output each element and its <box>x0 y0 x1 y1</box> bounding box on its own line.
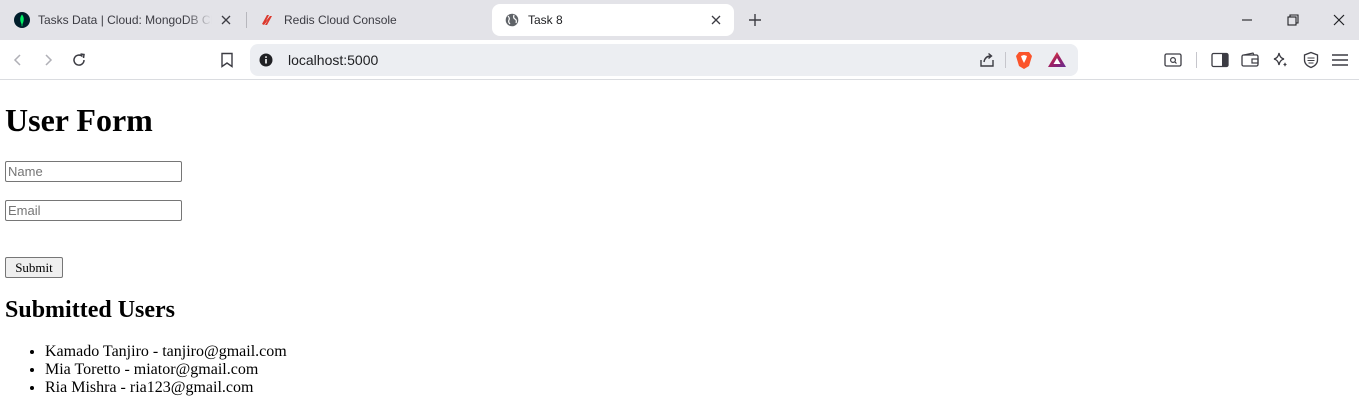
forward-button[interactable] <box>38 50 58 70</box>
tab-title: Tasks Data | Cloud: MongoDB Cloud <box>38 13 212 27</box>
reload-icon <box>73 53 85 66</box>
url-text[interactable]: localhost:5000 <box>288 44 378 76</box>
minimize-icon <box>1242 19 1252 21</box>
submit-button[interactable]: Submit <box>5 257 63 278</box>
leo-ai-button[interactable] <box>1270 50 1290 70</box>
address-bar[interactable]: localhost:5000 <box>250 44 1078 76</box>
tab-title: Redis Cloud Console <box>284 13 397 27</box>
sparkle-icon <box>1273 52 1287 67</box>
restore-button[interactable] <box>1270 0 1316 40</box>
brave-rewards-icon[interactable] <box>1047 50 1067 70</box>
restore-icon <box>1287 14 1299 26</box>
minimize-button[interactable] <box>1224 0 1270 40</box>
menu-button[interactable] <box>1330 50 1350 70</box>
brave-shields-icon[interactable] <box>1014 50 1034 70</box>
reload-button[interactable] <box>69 50 89 70</box>
close-icon[interactable] <box>708 12 724 28</box>
divider <box>1005 52 1006 68</box>
arrow-right-icon <box>45 54 53 66</box>
tab-mongodb[interactable]: Tasks Data | Cloud: MongoDB Cloud <box>2 4 244 36</box>
hamburger-menu-icon <box>1332 54 1348 66</box>
tab-redis[interactable]: Redis Cloud Console <box>248 4 490 36</box>
tab-search-button[interactable] <box>1163 50 1183 70</box>
mongodb-leaf-icon <box>14 12 30 28</box>
wallet-button[interactable] <box>1240 50 1260 70</box>
list-item: Kamado Tanjiro - tanjiro@gmail.com <box>45 343 287 361</box>
tab-title: Task 8 <box>528 13 563 27</box>
wallet-icon <box>1241 52 1259 67</box>
sidebar-button[interactable] <box>1210 50 1230 70</box>
name-input[interactable] <box>5 161 182 182</box>
share-icon[interactable] <box>978 51 996 69</box>
list-item: Mia Toretto - miator@gmail.com <box>45 361 287 379</box>
submitted-users-list: Kamado Tanjiro - tanjiro@gmail.com Mia T… <box>5 343 287 397</box>
globe-icon <box>504 12 520 28</box>
redis-icon <box>260 12 276 28</box>
bookmark-button[interactable] <box>217 50 237 70</box>
tab-task-8[interactable]: Task 8 <box>492 4 734 36</box>
email-input[interactable] <box>5 200 182 221</box>
shield-icon <box>1303 51 1319 69</box>
close-icon <box>1333 14 1345 26</box>
tab-strip: Tasks Data | Cloud: MongoDB Cloud Redis … <box>0 0 1359 40</box>
site-info-icon[interactable] <box>258 52 274 68</box>
submitted-users-heading: Submitted Users <box>5 297 176 323</box>
browser-toolbar: localhost:5000 <box>0 40 1359 80</box>
new-tab-button[interactable] <box>745 10 765 30</box>
close-window-button[interactable] <box>1316 0 1359 40</box>
divider <box>1196 52 1197 68</box>
tab-search-icon <box>1164 53 1182 67</box>
bookmark-icon <box>221 52 233 68</box>
vpn-button[interactable] <box>1301 50 1321 70</box>
plus-icon <box>749 14 761 26</box>
list-item: Ria Mishra - ria123@gmail.com <box>45 379 287 397</box>
sidebar-icon <box>1211 52 1229 68</box>
back-button[interactable] <box>8 50 28 70</box>
arrow-left-icon <box>13 54 21 66</box>
close-icon[interactable] <box>218 12 234 28</box>
page-title: User Form <box>5 102 153 138</box>
tab-divider <box>246 12 247 28</box>
